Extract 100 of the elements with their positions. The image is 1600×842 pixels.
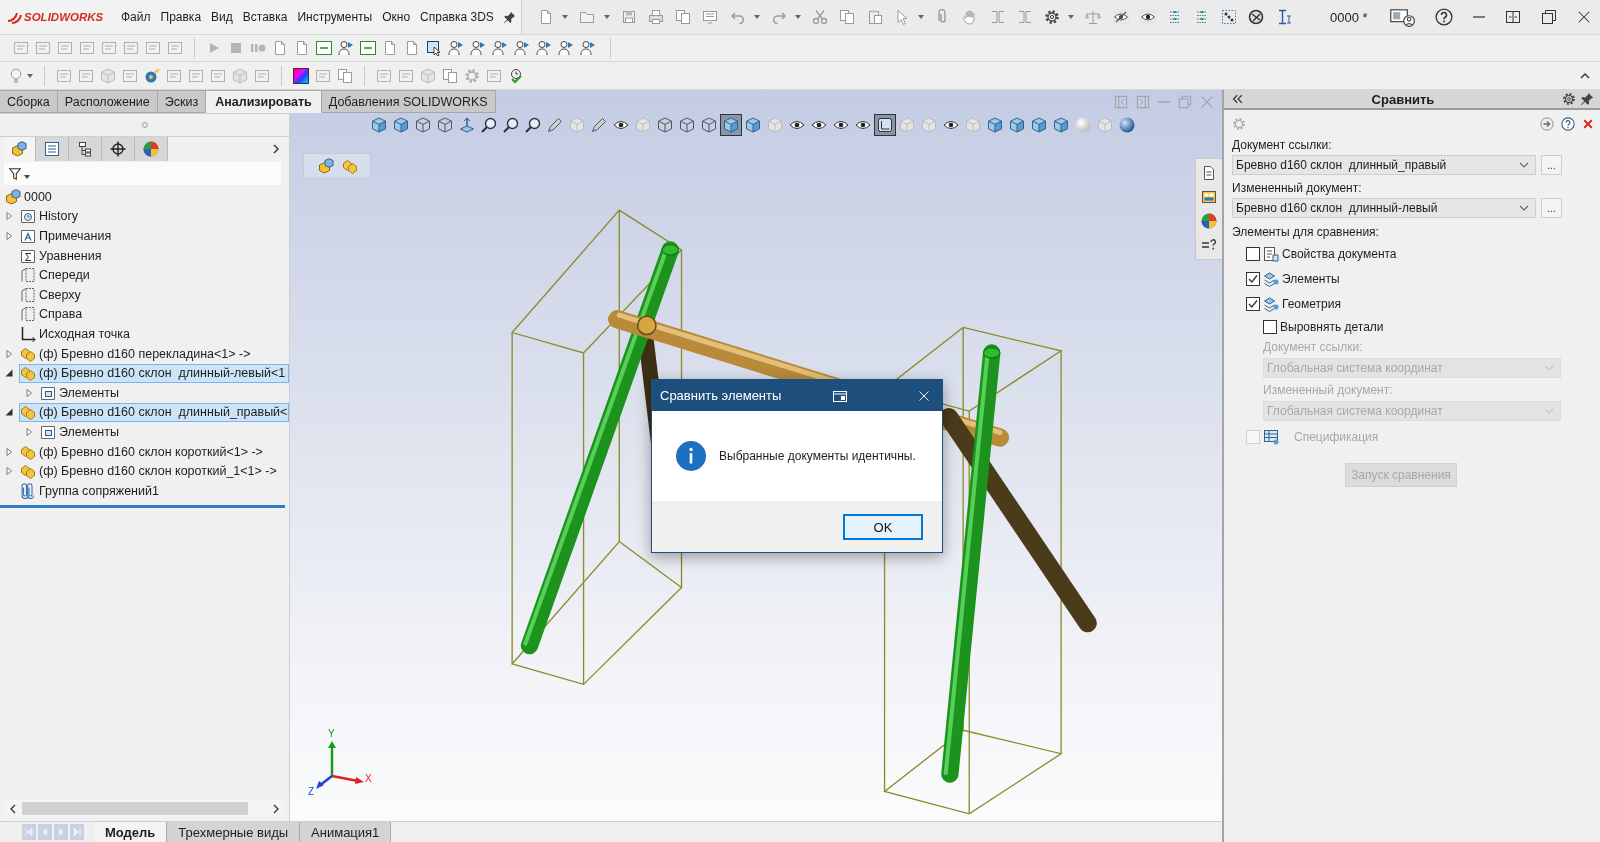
monitor-person-icon[interactable] bbox=[1389, 7, 1415, 27]
note-tile-icon[interactable] bbox=[35, 40, 51, 56]
tree-item[interactable]: Элементы bbox=[39, 422, 289, 442]
screen-icon[interactable] bbox=[702, 9, 719, 25]
command-tab[interactable]: Добавления SOLIDWORKS bbox=[321, 90, 496, 113]
note-tile-icon[interactable] bbox=[122, 67, 138, 84]
tape-measure-icon[interactable] bbox=[144, 67, 160, 84]
note-tile-icon[interactable] bbox=[78, 67, 94, 84]
page-icon[interactable] bbox=[294, 40, 310, 56]
printer-icon[interactable] bbox=[647, 9, 664, 25]
menu-item[interactable]: Вид bbox=[211, 8, 233, 26]
cube-icon[interactable] bbox=[1009, 117, 1025, 133]
tree-item[interactable]: (ф) Бревно d160 склон короткий_1<1> -> bbox=[19, 461, 289, 481]
caret-icon[interactable] bbox=[24, 174, 30, 179]
tree-item[interactable]: (ф) Бревно d160 склон длинный_правый< bbox=[19, 402, 289, 422]
page-icon[interactable] bbox=[404, 40, 420, 56]
settings-icon[interactable] bbox=[1562, 92, 1576, 106]
expand-arrow-icon[interactable] bbox=[5, 408, 13, 417]
note-tile-icon[interactable] bbox=[145, 40, 161, 56]
assembly-icon[interactable] bbox=[318, 158, 334, 174]
sheet-tab[interactable]: Модель bbox=[94, 822, 168, 842]
filter-icon[interactable] bbox=[8, 166, 22, 181]
caret-icon[interactable] bbox=[918, 15, 924, 19]
magnifier-icon[interactable] bbox=[481, 117, 497, 133]
settings-icon[interactable] bbox=[1043, 9, 1060, 25]
help-icon[interactable] bbox=[1435, 8, 1453, 26]
undo-arrow-icon[interactable] bbox=[729, 9, 746, 25]
tree-item[interactable]: Спереди bbox=[19, 265, 289, 285]
wireframe-cube-icon[interactable] bbox=[701, 117, 717, 133]
blocks-icon[interactable] bbox=[342, 158, 358, 174]
document-dropdown[interactable]: Бревно d160 склон длинный_правый bbox=[1232, 155, 1536, 175]
framed-tile-icon[interactable] bbox=[316, 40, 332, 56]
note-tile-icon[interactable] bbox=[376, 67, 392, 84]
wireframe-cube-icon[interactable] bbox=[437, 117, 453, 133]
menu-item[interactable]: Правка bbox=[160, 8, 202, 26]
sheet-tab[interactable]: Трехмерные виды bbox=[167, 822, 301, 842]
help-icon[interactable] bbox=[1561, 117, 1575, 131]
command-tab[interactable]: Анализировать bbox=[206, 90, 322, 113]
wireframe-cube-icon[interactable] bbox=[415, 117, 431, 133]
pages-icon[interactable] bbox=[675, 9, 692, 25]
magnifier-icon[interactable] bbox=[503, 117, 519, 133]
menu-item[interactable]: Окно bbox=[382, 8, 411, 26]
tree-item[interactable]: 0000 bbox=[4, 187, 289, 207]
command-tab[interactable]: Эскиз bbox=[157, 90, 207, 113]
note-tile-icon[interactable] bbox=[315, 67, 331, 84]
wireframe-cube-icon[interactable] bbox=[657, 117, 673, 133]
cube-icon[interactable] bbox=[1053, 117, 1069, 133]
arrow-circle-icon[interactable] bbox=[1540, 117, 1554, 131]
tree-item[interactable]: History bbox=[19, 206, 289, 226]
page-icon[interactable] bbox=[538, 9, 554, 25]
horizontal-scrollbar[interactable] bbox=[4, 800, 285, 817]
clock-check-icon[interactable] bbox=[508, 67, 524, 84]
menu-item[interactable]: Файл bbox=[121, 8, 151, 26]
tree-item[interactable]: (ф) Бревно d160 склон короткий<1> -> bbox=[19, 442, 289, 461]
pen-icon[interactable] bbox=[547, 117, 563, 133]
person-arrow-icon[interactable] bbox=[558, 40, 574, 56]
document-icon[interactable] bbox=[1201, 165, 1217, 181]
note-tile-icon[interactable] bbox=[57, 40, 73, 56]
cube-icon[interactable] bbox=[745, 117, 761, 133]
note-tile-icon[interactable] bbox=[101, 40, 117, 56]
pen-icon[interactable] bbox=[591, 117, 607, 133]
person-arrow-icon[interactable] bbox=[492, 40, 508, 56]
browse-button[interactable]: ... bbox=[1541, 198, 1562, 218]
document-dropdown[interactable]: Бревно d160 склон длинный-левый bbox=[1232, 198, 1536, 218]
note-tile-icon[interactable] bbox=[13, 40, 29, 56]
person-arrow-icon[interactable] bbox=[580, 40, 596, 56]
tree-item[interactable]: (ф) Бревно d160 перекладина<1> -> bbox=[19, 344, 289, 364]
bulb-icon[interactable] bbox=[8, 67, 24, 84]
person-arrow-icon[interactable] bbox=[470, 40, 486, 56]
person-arrow-icon[interactable] bbox=[536, 40, 552, 56]
command-tab[interactable]: Расположение bbox=[57, 90, 158, 113]
scissors-icon[interactable] bbox=[812, 9, 829, 25]
tree-item[interactable]: Исходная точка bbox=[19, 324, 289, 344]
caret-icon[interactable] bbox=[27, 73, 33, 78]
pin-icon[interactable] bbox=[1580, 92, 1594, 106]
note-tile-icon[interactable] bbox=[254, 67, 270, 84]
tree-item[interactable]: (ф) Бревно d160 склон длинный-левый<1 bbox=[19, 363, 289, 383]
pages-icon[interactable] bbox=[442, 67, 458, 84]
note-tile-icon[interactable] bbox=[167, 40, 183, 56]
section-view-icon[interactable] bbox=[874, 114, 896, 136]
note-tile-icon[interactable] bbox=[486, 67, 502, 84]
normal-axis-icon[interactable] bbox=[459, 117, 475, 133]
balance-scale-icon[interactable] bbox=[1085, 9, 1102, 25]
note-tile-icon[interactable] bbox=[210, 67, 226, 84]
person-arrow-icon[interactable] bbox=[514, 40, 530, 56]
tree-item[interactable]: Группа сопряжений1 bbox=[19, 481, 289, 501]
double-chevron-icon[interactable] bbox=[1232, 93, 1244, 105]
pages-icon[interactable] bbox=[337, 67, 353, 84]
bracket-frame-icon[interactable] bbox=[989, 9, 1006, 25]
dotted-frame-icon[interactable] bbox=[1221, 9, 1238, 25]
color-square-icon[interactable] bbox=[293, 67, 309, 84]
cube-icon[interactable] bbox=[720, 114, 742, 136]
cube-icon[interactable] bbox=[987, 117, 1003, 133]
close-icon[interactable] bbox=[1577, 10, 1591, 24]
note-tile-icon[interactable] bbox=[398, 67, 414, 84]
caret-icon[interactable] bbox=[795, 15, 802, 19]
feature-manager-tab[interactable] bbox=[36, 137, 69, 161]
cube-icon[interactable] bbox=[371, 117, 387, 133]
gallery-icon[interactable] bbox=[1201, 189, 1217, 205]
note-tile-icon[interactable] bbox=[56, 67, 72, 84]
